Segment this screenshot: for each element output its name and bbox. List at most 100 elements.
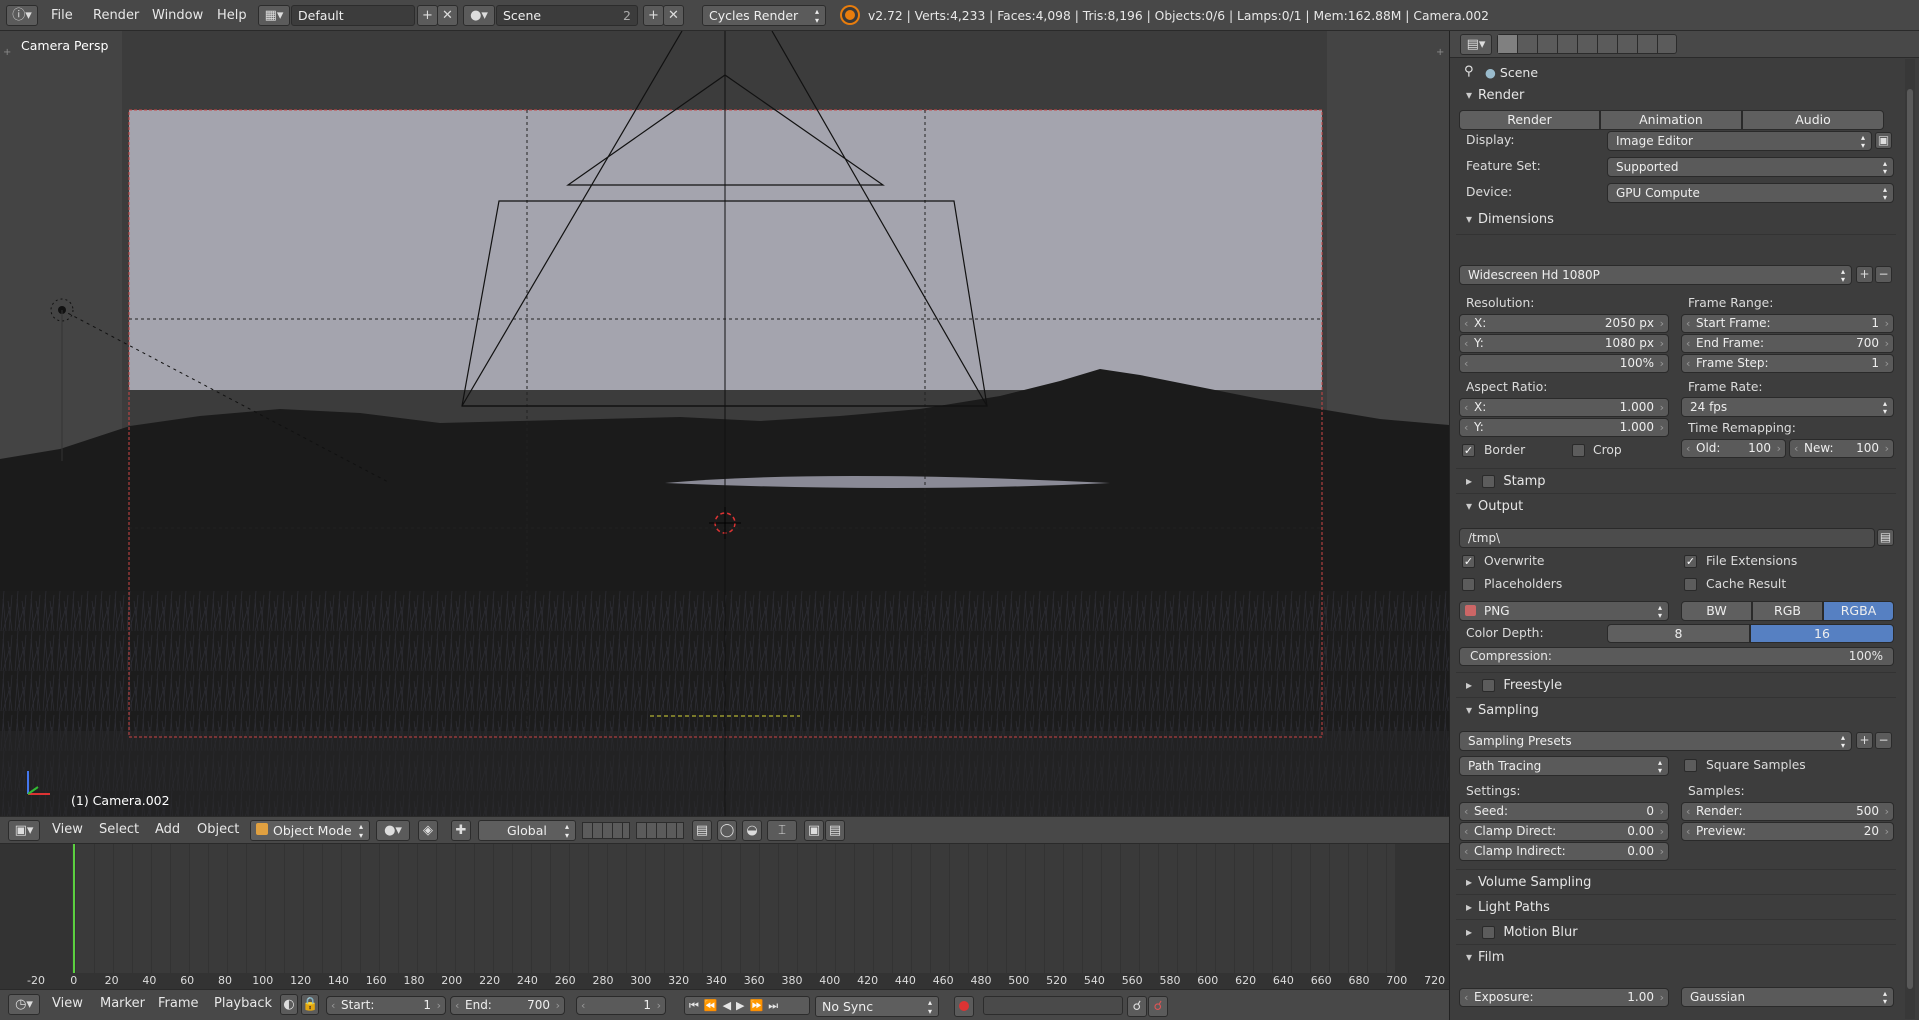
insert-keyframe-icon[interactable]: ☌ xyxy=(1127,996,1147,1017)
add-scene-icon[interactable]: + xyxy=(643,5,664,26)
remove-scene-icon[interactable]: ✕ xyxy=(663,5,684,26)
toolshelf-toggle-icon[interactable]: + xyxy=(3,47,11,58)
integrator-select[interactable]: Path Tracing ▴▾ xyxy=(1459,756,1669,776)
crop-checkbox[interactable] xyxy=(1572,444,1585,457)
sync-mode-select[interactable]: No Sync xyxy=(815,996,939,1017)
panel-stamp-header[interactable]: Stamp xyxy=(1466,471,1546,491)
menu-playback[interactable]: Playback xyxy=(214,994,272,1014)
panel-sampling-header[interactable]: Sampling xyxy=(1466,700,1539,720)
menu-view[interactable]: View xyxy=(52,994,83,1014)
keying-set-field[interactable] xyxy=(983,996,1123,1015)
clamp-direct-field[interactable]: Clamp Direct: 0.00 xyxy=(1459,822,1669,841)
transform-orientation-select[interactable]: Global xyxy=(478,820,576,841)
cache-result-checkbox[interactable] xyxy=(1684,578,1697,591)
menu-file[interactable]: File xyxy=(51,6,73,26)
remove-layout-icon[interactable]: ✕ xyxy=(437,5,458,26)
panel-light-paths-header[interactable]: Light Paths xyxy=(1466,897,1550,917)
opengl-render-icon[interactable]: ▣ xyxy=(804,820,824,841)
color-depth-16-button[interactable]: 16 xyxy=(1750,624,1894,643)
editor-type-3d-icon[interactable]: ▣▾ xyxy=(8,820,40,841)
resolution-percentage-field[interactable]: 100% xyxy=(1459,354,1669,373)
proportional-edit-icon[interactable]: ◯ xyxy=(717,820,737,841)
file-extensions-checkbox[interactable]: ✓ xyxy=(1684,555,1697,568)
clamp-indirect-field[interactable]: Clamp Indirect: 0.00 xyxy=(1459,842,1669,861)
layout-name-field[interactable]: Default xyxy=(291,5,415,26)
render-samples-field[interactable]: Render: 500 xyxy=(1681,802,1894,821)
info-editor-type-icon[interactable]: ⓘ▾ xyxy=(6,5,38,26)
color-mode-rgba-button[interactable]: RGBA xyxy=(1823,601,1894,621)
interaction-mode-select[interactable]: Object Mode xyxy=(250,820,370,841)
snap-toggle-icon[interactable]: ◒ xyxy=(742,820,762,841)
menu-render[interactable]: Render xyxy=(93,6,139,26)
filter-type-select[interactable]: Gaussian ▴▾ xyxy=(1681,987,1894,1007)
exposure-field[interactable]: Exposure: 1.00 xyxy=(1459,988,1669,1007)
manipulator-icon[interactable]: ✚ xyxy=(451,820,471,841)
placeholders-checkbox[interactable] xyxy=(1462,578,1475,591)
preview-samples-field[interactable]: Preview: 20 xyxy=(1681,822,1894,841)
feature-set-select[interactable]: Supported ▴▾ xyxy=(1607,157,1894,177)
aspect-y-field[interactable]: Y: 1.000 xyxy=(1459,418,1669,437)
delete-keyframe-icon[interactable]: ☌ xyxy=(1148,996,1168,1017)
frame-step-field[interactable]: Frame Step: 1 xyxy=(1681,354,1894,373)
render-engine-select[interactable]: Cycles Render xyxy=(702,5,826,26)
screen-layout-icon[interactable]: ▦▾ xyxy=(258,5,290,26)
remove-sampling-preset-icon[interactable]: − xyxy=(1875,732,1892,749)
file-browser-icon[interactable]: ▤ xyxy=(1877,529,1894,546)
seed-field[interactable]: Seed: 0 xyxy=(1459,802,1669,821)
square-samples-checkbox[interactable] xyxy=(1684,759,1697,772)
border-checkbox[interactable]: ✓ xyxy=(1462,444,1475,457)
freestyle-checkbox[interactable] xyxy=(1482,679,1496,692)
playback-controls[interactable]: ⏮⏪◀▶⏩⏭ xyxy=(684,996,810,1015)
overwrite-checkbox[interactable]: ✓ xyxy=(1462,555,1475,568)
end-frame-field[interactable]: End Frame: 700 xyxy=(1681,334,1894,353)
file-format-select[interactable]: PNG ▴▾ xyxy=(1459,601,1669,621)
properties-region-toggle-icon[interactable]: + xyxy=(1436,47,1444,58)
scene-icon[interactable]: ●▾ xyxy=(463,5,495,26)
current-frame-indicator[interactable] xyxy=(73,844,75,974)
pivot-point-icon[interactable]: ◈ xyxy=(418,820,438,841)
snap-element-icon[interactable]: ⌶ xyxy=(767,820,797,841)
properties-scrollbar[interactable] xyxy=(1905,59,1915,1019)
menu-view[interactable]: View xyxy=(52,820,83,840)
editor-type-properties-icon[interactable]: ▤▾ xyxy=(1460,34,1492,55)
animation-button[interactable]: Animation xyxy=(1600,110,1742,130)
layer-buttons-b[interactable] xyxy=(636,822,684,839)
stamp-checkbox[interactable] xyxy=(1482,475,1496,488)
panel-volume-sampling-header[interactable]: Volume Sampling xyxy=(1466,872,1591,892)
viewport-shading-icon[interactable]: ●▾ xyxy=(376,820,410,841)
scene-name-field[interactable]: Scene 2 xyxy=(496,5,638,26)
sampling-presets-select[interactable]: Sampling Presets ▴▾ xyxy=(1459,731,1852,751)
menu-add[interactable]: Add xyxy=(155,820,180,840)
render-context-tab-icon[interactable] xyxy=(1498,35,1517,53)
start-frame-field[interactable]: Start: 1 xyxy=(326,996,446,1015)
render-view-icon[interactable]: ▣ xyxy=(1875,132,1892,149)
color-depth-8-button[interactable]: 8 xyxy=(1607,624,1750,643)
audio-button[interactable]: Audio xyxy=(1742,110,1884,130)
preview-range-icon[interactable]: ◐ xyxy=(280,994,298,1015)
record-icon[interactable] xyxy=(954,996,974,1017)
panel-dimensions-header[interactable]: Dimensions xyxy=(1466,209,1554,229)
menu-frame[interactable]: Frame xyxy=(158,994,199,1014)
opengl-anim-icon[interactable]: ▤ xyxy=(825,820,845,841)
display-select[interactable]: Image Editor ▴▾ xyxy=(1607,131,1872,151)
start-frame-field[interactable]: Start Frame: 1 xyxy=(1681,314,1894,333)
lock-frame-selection-icon[interactable]: 🔒 xyxy=(301,994,319,1015)
end-frame-field[interactable]: End: 700 xyxy=(450,996,565,1015)
render-preset-select[interactable]: Widescreen Hd 1080P ▴▾ xyxy=(1459,265,1852,285)
device-select[interactable]: GPU Compute ▴▾ xyxy=(1607,183,1894,203)
menu-window[interactable]: Window xyxy=(152,6,203,26)
editor-type-timeline-icon[interactable]: ◷▾ xyxy=(8,994,40,1015)
remove-preset-icon[interactable]: − xyxy=(1875,266,1892,283)
remap-old-field[interactable]: Old: 100 xyxy=(1681,439,1786,458)
scrollbar-thumb[interactable] xyxy=(1907,89,1913,989)
motion-blur-checkbox[interactable] xyxy=(1482,926,1496,939)
color-mode-bw-button[interactable]: BW xyxy=(1681,601,1752,621)
aspect-x-field[interactable]: X: 1.000 xyxy=(1459,398,1669,417)
3d-viewport[interactable]: Camera Persp (1) Camera.002 + + xyxy=(0,31,1449,816)
panel-output-header[interactable]: Output xyxy=(1466,496,1523,516)
remap-new-field[interactable]: New: 100 xyxy=(1789,439,1894,458)
menu-help[interactable]: Help xyxy=(217,6,247,26)
timeline-editor[interactable]: -20 0 20 40 60 80 100 120 140 160 180 200 220 240 260 2… xyxy=(0,843,1449,990)
layer-buttons-a[interactable] xyxy=(582,822,630,839)
frame-rate-select[interactable]: 24 fps ▴▾ xyxy=(1681,397,1894,417)
